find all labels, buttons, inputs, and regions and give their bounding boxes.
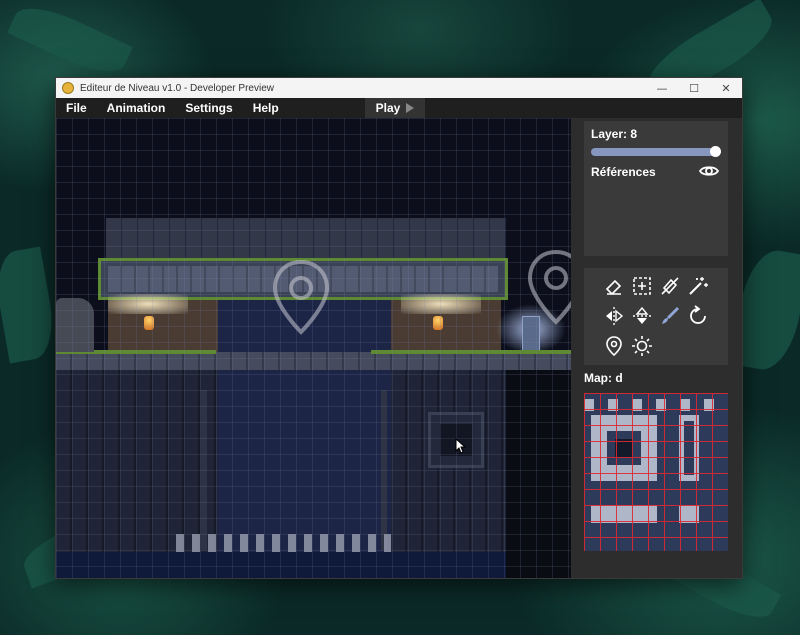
menu-settings[interactable]: Settings <box>175 98 242 118</box>
flip-vertical-icon <box>633 306 651 324</box>
left-room-glow <box>108 294 188 314</box>
eraser-icon <box>605 279 622 296</box>
close-button[interactable]: ✕ <box>710 78 742 98</box>
rotate-tool[interactable] <box>686 304 710 328</box>
play-button[interactable]: Play <box>365 98 425 118</box>
layer-slider[interactable] <box>591 148 715 156</box>
window-title: Editeur de Niveau v1.0 - Developer Previ… <box>80 82 274 94</box>
brightness-icon <box>632 336 652 356</box>
layer-slider-thumb[interactable] <box>709 146 721 157</box>
flip-horizontal-tool[interactable] <box>602 304 626 328</box>
spike-row <box>176 534 391 552</box>
floor-strip <box>56 352 571 370</box>
window-controls: — ☐ ✕ <box>646 78 742 98</box>
background-leaf <box>0 246 60 364</box>
wall-pillar <box>201 390 207 550</box>
magic-wand-icon <box>689 277 708 295</box>
fill-erase-icon <box>661 277 679 295</box>
menu-bar: File Animation Settings Help Play <box>56 98 742 118</box>
fill-erase-tool[interactable] <box>658 274 682 298</box>
torch-icon <box>144 316 154 330</box>
menu-help[interactable]: Help <box>243 98 289 118</box>
lower-wall-right <box>391 370 506 576</box>
wall-pillar <box>381 390 387 550</box>
tileset-grid <box>584 393 728 551</box>
selection-tool[interactable] <box>630 274 654 298</box>
minimize-button[interactable]: — <box>646 78 678 98</box>
magic-wand-tool[interactable] <box>686 274 710 298</box>
brush-tool[interactable] <box>658 304 682 328</box>
references-label: Références <box>591 165 656 179</box>
selection-icon <box>633 277 651 295</box>
play-icon <box>406 103 415 113</box>
right-room-glow <box>401 294 481 314</box>
flip-vertical-tool[interactable] <box>630 304 654 328</box>
menu-animation[interactable]: Animation <box>97 98 176 118</box>
play-label: Play <box>375 101 401 115</box>
dark-void <box>506 370 571 578</box>
tileset-palette[interactable] <box>584 393 728 551</box>
editor-window: Editeur de Niveau v1.0 - Developer Previ… <box>55 77 743 579</box>
reference-pin-icon <box>527 249 571 325</box>
background-leaf <box>7 0 133 84</box>
brush-icon <box>662 306 680 324</box>
floor-moss <box>371 350 571 354</box>
flip-horizontal-icon <box>606 307 624 325</box>
layer-label: Layer: 8 <box>591 127 638 141</box>
menu-file[interactable]: File <box>56 98 97 118</box>
rotate-icon <box>690 305 706 324</box>
side-panel: Layer: 8 Références Map: d <box>571 118 742 578</box>
torch-icon <box>433 316 443 330</box>
water <box>56 552 506 578</box>
eye-icon[interactable] <box>699 163 719 179</box>
eraser-tool[interactable] <box>602 274 626 298</box>
map-pin-tool[interactable] <box>602 334 626 358</box>
map-label: Map: d <box>584 371 623 385</box>
maximize-button[interactable]: ☐ <box>678 78 710 98</box>
map-pin-icon <box>606 336 622 357</box>
reference-pin-icon <box>272 259 330 335</box>
level-canvas[interactable] <box>56 118 571 578</box>
brightness-tool[interactable] <box>630 334 654 358</box>
rock-outcrop <box>56 298 94 352</box>
castle-battlements <box>106 218 506 258</box>
cursor-icon <box>455 438 467 454</box>
title-bar[interactable]: Editeur de Niveau v1.0 - Developer Previ… <box>56 78 742 98</box>
app-icon <box>62 82 74 94</box>
layer-panel: Layer: 8 Références <box>584 121 728 256</box>
tools-panel <box>584 268 728 365</box>
